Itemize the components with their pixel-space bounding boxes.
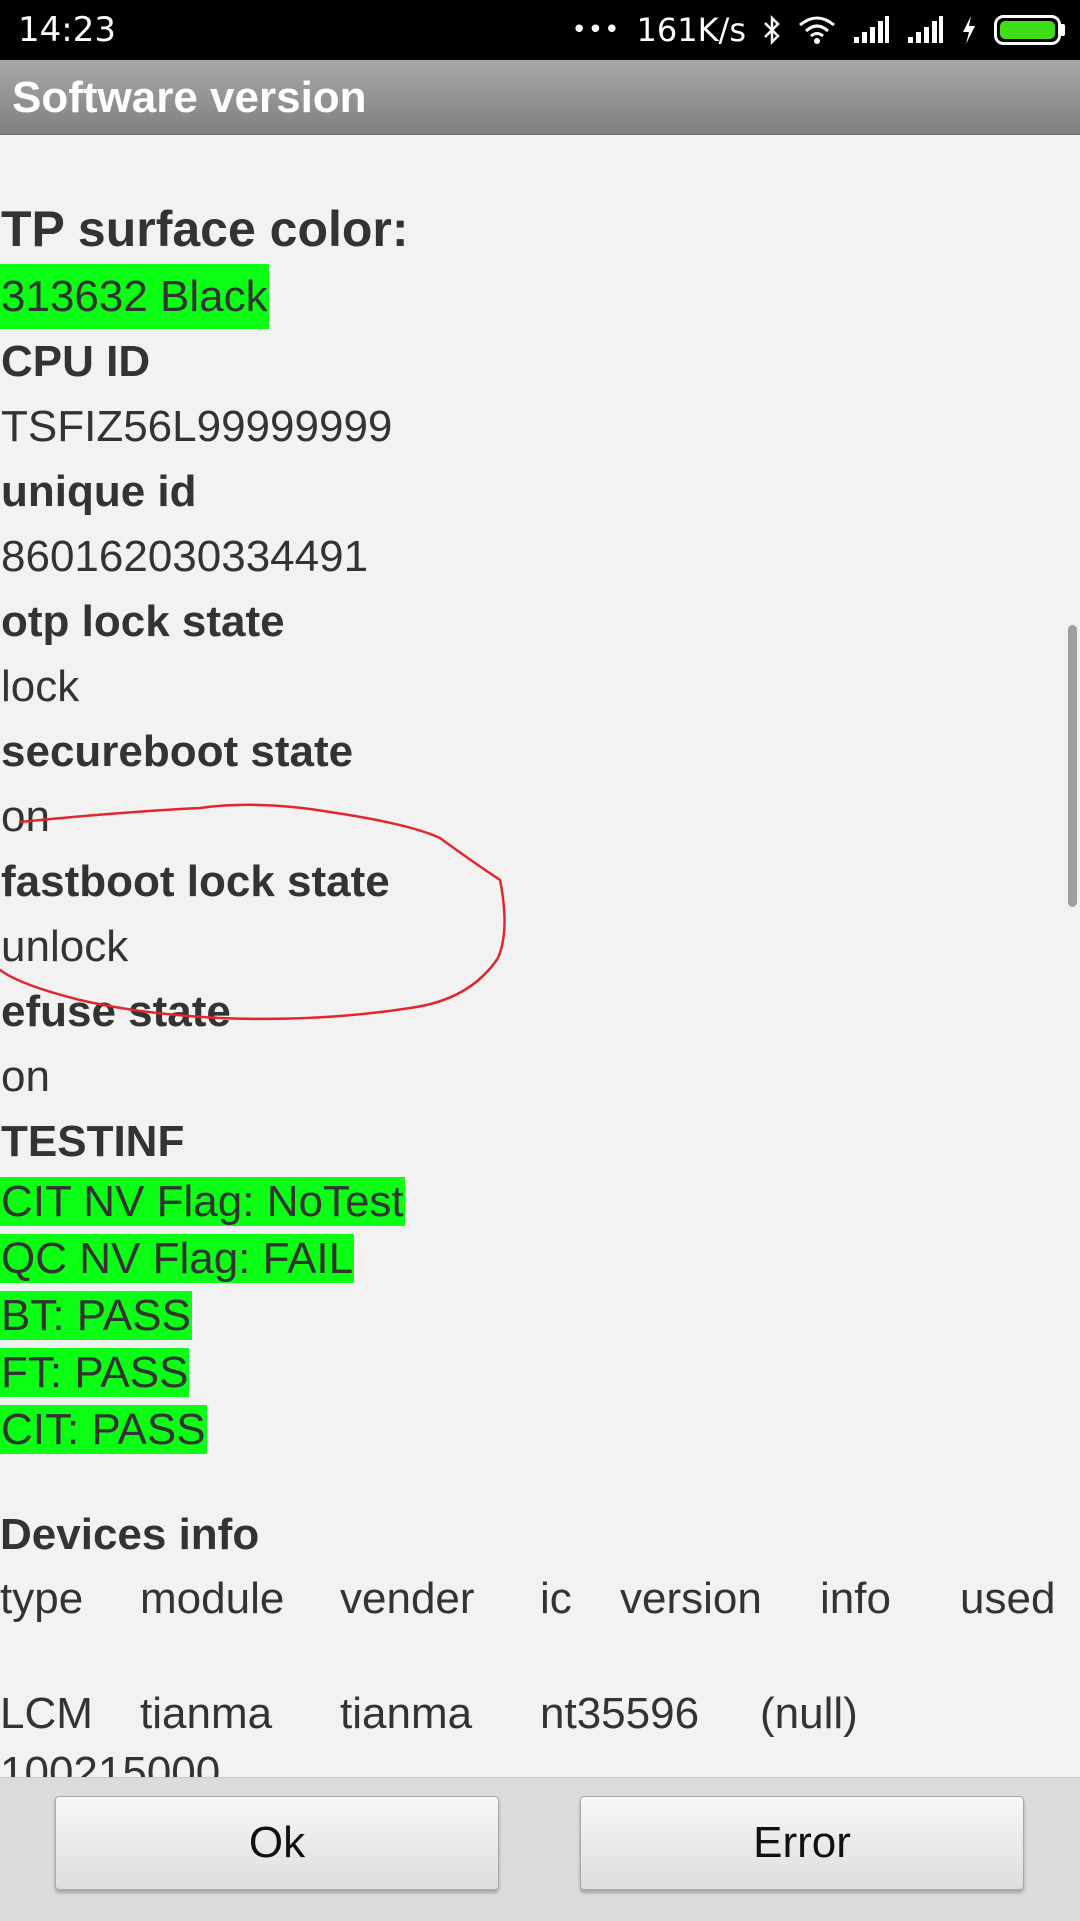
cell-type: LCM <box>0 1689 93 1738</box>
info-value-otp-lock-state: lock <box>1 662 80 711</box>
cell-module: tianma <box>140 1689 273 1738</box>
wifi-icon <box>798 15 836 45</box>
ok-button[interactable]: Ok <box>55 1796 499 1890</box>
info-label-tp-surface-color: TP surface color: <box>1 201 409 257</box>
info-label-otp-lock-state: otp lock state <box>1 597 285 646</box>
info-label-unique-id: unique id <box>1 467 197 516</box>
info-list: TP surface color: 313632 Black CPU ID TS… <box>0 194 1060 1174</box>
cell-used-value: 100215000 <box>0 1748 221 1777</box>
test-info-ft: FT: PASS <box>0 1348 190 1397</box>
test-info-bt: BT: PASS <box>0 1291 192 1340</box>
bluetooth-icon <box>762 14 782 46</box>
test-info-cit-nv-flag: CIT NV Flag: NoTest <box>0 1177 405 1226</box>
column-header-used: used <box>960 1574 1056 1623</box>
test-info-list: CIT NV Flag: NoTest QC NV Flag: FAIL BT:… <box>0 1173 405 1458</box>
info-value-fastboot-lock-state: unlock <box>1 922 129 971</box>
test-info-cit: CIT: PASS <box>0 1405 207 1454</box>
info-value-unique-id: 860162030334491 <box>1 532 369 581</box>
devices-info-title: Devices info <box>0 1510 260 1559</box>
status-bar: 14:23 ••• 161K/s <box>0 0 1080 60</box>
column-header-module: module <box>140 1574 285 1623</box>
cell-ic: nt35596 <box>540 1689 700 1738</box>
column-header-info: info <box>820 1574 891 1623</box>
column-header-ic: ic <box>540 1574 572 1623</box>
info-value-tp-surface-color: 313632 Black <box>0 264 1060 329</box>
cell-vender: tianma <box>340 1689 473 1738</box>
info-label-testinf: TESTINF <box>1 1117 185 1166</box>
error-button[interactable]: Error <box>580 1796 1024 1890</box>
cell-version: (null) <box>760 1689 858 1738</box>
signal-icon <box>852 15 890 45</box>
status-time: 14:23 <box>18 10 116 50</box>
column-header-version: version <box>620 1574 762 1623</box>
status-icons: ••• 161K/s <box>571 10 1066 50</box>
page-title: Software version <box>12 73 367 122</box>
content-scroll-area[interactable]: TP surface color: 313632 Black CPU ID TS… <box>0 135 1080 1777</box>
info-label-secureboot-state: secureboot state <box>1 727 354 776</box>
title-bar: Software version <box>0 60 1080 135</box>
signal-icon-2 <box>906 15 944 45</box>
info-value-cpu-id: TSFIZ56L99999999 <box>1 402 393 451</box>
battery-icon <box>994 14 1066 46</box>
info-label-efuse-state: efuse state <box>1 987 231 1036</box>
more-indicator: ••• <box>571 15 621 45</box>
info-label-fastboot-lock-state: fastboot lock state <box>1 857 390 906</box>
column-header-vender: vender <box>340 1574 475 1623</box>
info-label-cpu-id: CPU ID <box>1 337 151 386</box>
column-header-type: type <box>0 1574 84 1623</box>
net-speed: 161K/s <box>636 11 746 49</box>
bottom-button-bar: Ok Error <box>0 1777 1080 1921</box>
test-info-qc-nv-flag: QC NV Flag: FAIL <box>0 1234 355 1283</box>
info-value-secureboot-state: on <box>1 792 50 841</box>
scrollbar-thumb[interactable] <box>1068 625 1077 907</box>
charging-icon <box>960 15 978 45</box>
info-value-efuse-state: on <box>1 1052 50 1101</box>
